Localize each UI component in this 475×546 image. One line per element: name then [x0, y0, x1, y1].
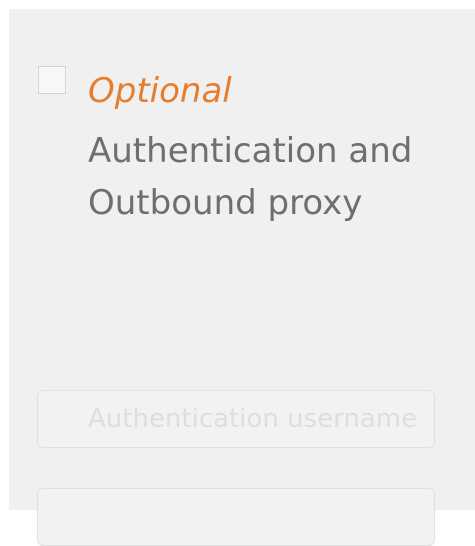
authentication-username-placeholder: Authentication username	[88, 404, 418, 434]
section-title-line-2: Outbound proxy	[88, 183, 363, 223]
section-title-line-1: Authentication and	[88, 131, 413, 171]
optional-proxy-checkbox[interactable]	[38, 66, 66, 94]
optional-label: Optional	[88, 71, 232, 111]
authentication-second-field[interactable]	[37, 488, 435, 546]
authentication-username-field[interactable]: Authentication username	[37, 390, 435, 448]
section-title: Authentication and Outbound proxy	[88, 125, 412, 229]
